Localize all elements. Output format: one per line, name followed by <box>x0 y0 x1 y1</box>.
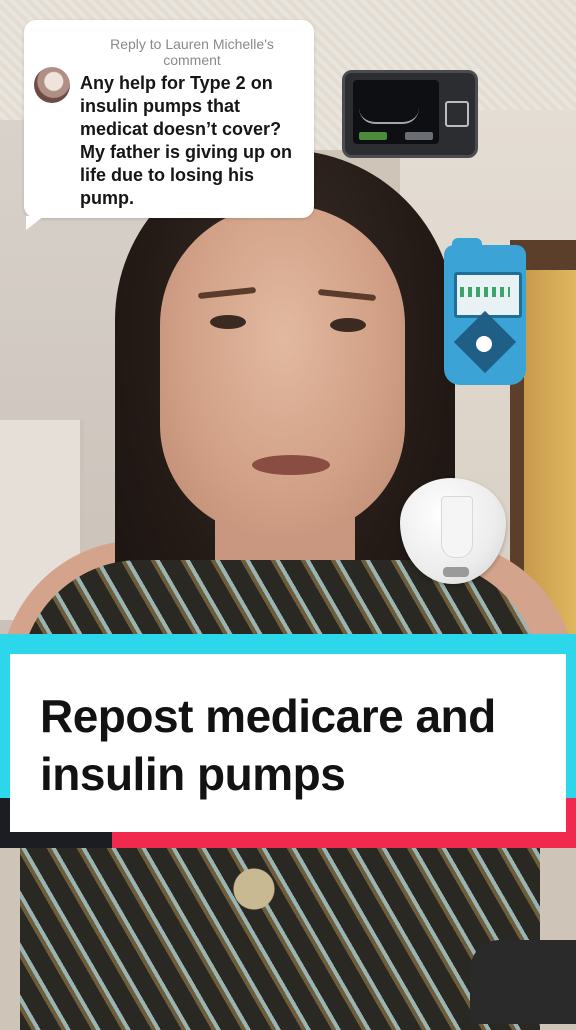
pump-graph-line <box>359 108 419 124</box>
pump-screen <box>353 80 439 144</box>
eye-right <box>330 318 366 332</box>
pod-window <box>441 496 473 558</box>
pump-side-icon <box>445 101 469 127</box>
reply-to-label: Reply to Lauren Michelle's comment <box>110 36 274 68</box>
eye-left <box>210 315 246 329</box>
commenter-avatar[interactable] <box>34 67 70 103</box>
caption-text: Repost medicare and insulin pumps <box>40 690 496 800</box>
cgm-wave-icon <box>460 287 510 297</box>
cgm-button-icon <box>476 336 492 352</box>
chair <box>470 940 576 1024</box>
comment-text: Any help for Type 2 on insulin pumps tha… <box>80 73 293 208</box>
speaker-mouth <box>252 455 330 475</box>
pod-notch <box>443 567 469 577</box>
reply-comment-bubble[interactable]: Reply to Lauren Michelle's comment Any h… <box>24 20 314 230</box>
speaker-face <box>160 205 405 535</box>
insulin-pump-device-icon <box>342 70 478 158</box>
pump-grey-button <box>405 132 433 140</box>
pump-green-button <box>359 132 387 140</box>
